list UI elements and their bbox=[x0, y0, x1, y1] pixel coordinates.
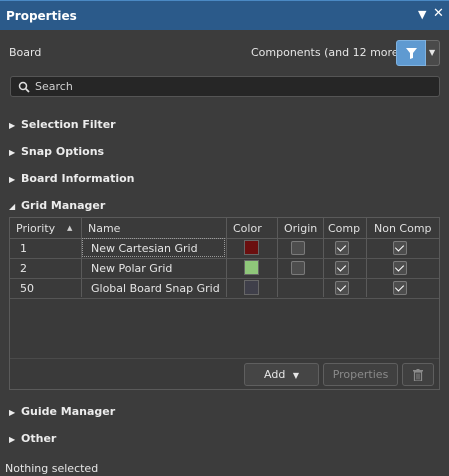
sort-ascending-icon: ▲ bbox=[67, 224, 73, 232]
origin-checkbox[interactable] bbox=[291, 261, 305, 275]
column-header-noncomp[interactable]: Non Comp bbox=[374, 222, 432, 235]
column-header-origin[interactable]: Origin bbox=[284, 222, 317, 235]
table-row[interactable]: 2 New Polar Grid bbox=[10, 258, 439, 279]
trash-icon bbox=[413, 369, 423, 382]
search-field[interactable]: Search bbox=[10, 76, 440, 97]
comp-checkbox[interactable] bbox=[335, 281, 349, 295]
comp-checkbox[interactable] bbox=[335, 261, 349, 275]
section-snap-options[interactable]: ▶ Snap Options bbox=[9, 145, 104, 158]
origin-checkbox[interactable] bbox=[291, 241, 305, 255]
status-text: Nothing selected bbox=[5, 462, 99, 475]
table-header: Priority ▲ Name Color Origin Comp Non Co… bbox=[10, 218, 439, 239]
color-swatch[interactable] bbox=[244, 280, 259, 295]
properties-button-label: Properties bbox=[332, 368, 389, 381]
color-swatch[interactable] bbox=[244, 260, 259, 275]
noncomp-checkbox[interactable] bbox=[393, 241, 407, 255]
board-label: Board bbox=[9, 46, 42, 59]
pin-dropdown-icon[interactable]: ▼ bbox=[418, 8, 426, 21]
section-label: Grid Manager bbox=[21, 199, 106, 212]
grid-manager-table: Priority ▲ Name Color Origin Comp Non Co… bbox=[9, 217, 440, 390]
search-input[interactable]: Search bbox=[35, 80, 73, 93]
section-other[interactable]: ▶ Other bbox=[9, 432, 56, 445]
noncomp-checkbox[interactable] bbox=[393, 281, 407, 295]
filter-summary: Components (and 12 more) bbox=[251, 46, 403, 59]
section-grid-manager[interactable]: ◢ Grid Manager bbox=[9, 199, 105, 212]
priority-cell: 1 bbox=[20, 242, 27, 255]
expand-triangle-icon: ▶ bbox=[9, 121, 16, 130]
column-header-name[interactable]: Name bbox=[88, 222, 120, 235]
close-icon[interactable]: ✕ bbox=[433, 6, 444, 21]
section-label: Guide Manager bbox=[21, 405, 116, 418]
chevron-down-icon: ▼ bbox=[292, 371, 299, 380]
properties-button[interactable]: Properties bbox=[323, 363, 398, 386]
section-selection-filter[interactable]: ▶ Selection Filter bbox=[9, 118, 116, 131]
comp-checkbox[interactable] bbox=[335, 241, 349, 255]
expand-triangle-icon: ▶ bbox=[9, 435, 16, 444]
column-header-color[interactable]: Color bbox=[233, 222, 262, 235]
expand-triangle-icon: ▶ bbox=[9, 408, 16, 417]
section-label: Selection Filter bbox=[21, 118, 116, 131]
section-label: Snap Options bbox=[21, 145, 105, 158]
add-button[interactable]: Add ▼ bbox=[244, 363, 319, 386]
expand-triangle-icon: ▶ bbox=[9, 148, 16, 157]
column-header-priority[interactable]: Priority bbox=[16, 222, 55, 235]
priority-cell: 50 bbox=[20, 282, 34, 295]
filter-dropdown-button[interactable]: ▼ bbox=[426, 40, 440, 66]
section-label: Other bbox=[21, 432, 57, 445]
search-icon bbox=[18, 81, 30, 93]
name-cell-focus[interactable]: New Cartesian Grid bbox=[82, 238, 225, 257]
panel-titlebar: Properties ▼ ✕ bbox=[0, 0, 449, 30]
panel-title: Properties bbox=[6, 9, 77, 23]
filter-icon bbox=[406, 48, 417, 59]
expand-triangle-icon: ▶ bbox=[9, 175, 16, 184]
add-button-label: Add bbox=[264, 368, 286, 381]
section-label: Board Information bbox=[21, 172, 135, 185]
delete-button[interactable] bbox=[402, 363, 434, 386]
column-header-comp[interactable]: Comp bbox=[328, 222, 360, 235]
table-row[interactable]: 50 Global Board Snap Grid bbox=[10, 278, 439, 299]
section-guide-manager[interactable]: ▶ Guide Manager bbox=[9, 405, 115, 418]
name-cell: New Cartesian Grid bbox=[91, 242, 198, 255]
name-cell: New Polar Grid bbox=[91, 262, 173, 275]
chevron-down-icon: ▼ bbox=[429, 48, 436, 57]
name-cell: Global Board Snap Grid bbox=[91, 282, 220, 295]
priority-cell: 2 bbox=[20, 262, 27, 275]
filter-button[interactable] bbox=[396, 40, 426, 66]
collapse-triangle-icon: ◢ bbox=[9, 202, 16, 211]
color-swatch[interactable] bbox=[244, 240, 259, 255]
section-board-information[interactable]: ▶ Board Information bbox=[9, 172, 135, 185]
table-row[interactable]: 1 New Cartesian Grid bbox=[10, 238, 439, 259]
noncomp-checkbox[interactable] bbox=[393, 261, 407, 275]
